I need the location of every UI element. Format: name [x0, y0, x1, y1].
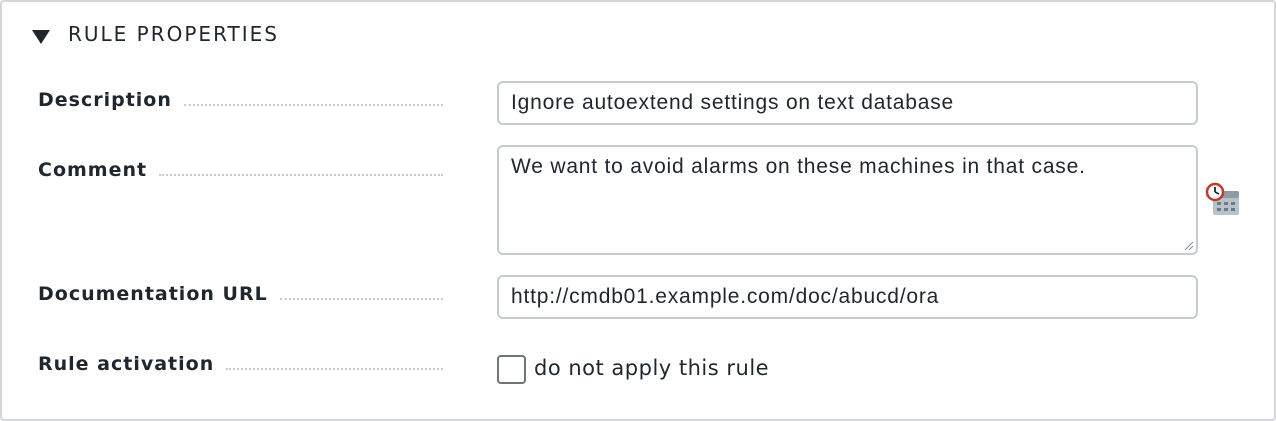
calendar-clock-icon[interactable]: [1205, 182, 1241, 218]
description-input[interactable]: Ignore autoextend settings on text datab…: [497, 81, 1198, 125]
rule-properties-panel: RULE PROPERTIES Description Ignore autoe…: [0, 0, 1276, 421]
dotted-leader: [183, 104, 443, 106]
resize-handle-icon[interactable]: [1184, 241, 1194, 251]
rule-activation-row: Rule activation: [38, 353, 443, 375]
section-title: RULE PROPERTIES: [68, 22, 279, 46]
collapse-triangle-icon[interactable]: [32, 30, 50, 44]
description-row: Description: [38, 89, 443, 111]
disable-rule-checkbox-label[interactable]: do not apply this rule: [534, 356, 769, 380]
documentation-url-input[interactable]: http://cmdb01.example.com/doc/abucd/ora: [497, 275, 1198, 319]
description-label: Description: [38, 89, 172, 111]
dotted-leader: [226, 368, 443, 370]
comment-textarea[interactable]: We want to avoid alarms on these machine…: [497, 145, 1198, 255]
comment-value: We want to avoid alarms on these machine…: [511, 155, 1086, 178]
dotted-leader: [279, 298, 443, 300]
description-value: Ignore autoextend settings on text datab…: [511, 91, 955, 114]
rule-properties-header[interactable]: RULE PROPERTIES: [32, 20, 279, 48]
rule-activation-label: Rule activation: [38, 353, 215, 375]
documentation-url-value: http://cmdb01.example.com/doc/abucd/ora: [511, 285, 940, 308]
dotted-leader: [159, 174, 443, 176]
documentation-url-row: Documentation URL: [38, 283, 443, 305]
comment-label: Comment: [38, 159, 148, 181]
comment-row: Comment: [38, 159, 443, 181]
documentation-url-label: Documentation URL: [38, 283, 268, 305]
disable-rule-checkbox[interactable]: [497, 355, 526, 384]
